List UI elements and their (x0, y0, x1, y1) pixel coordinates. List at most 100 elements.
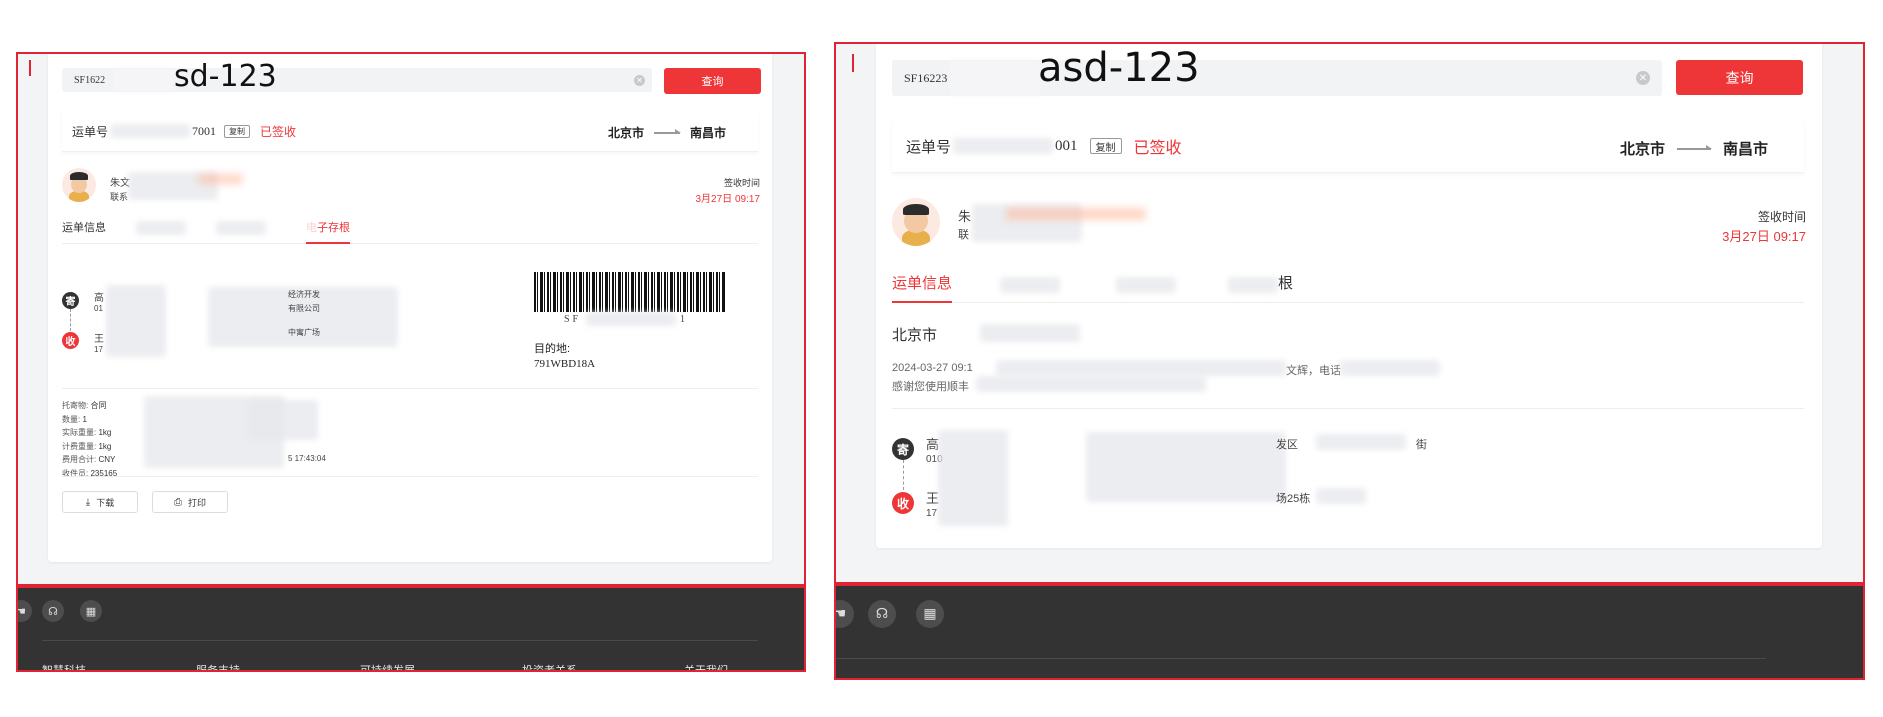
footer-link-support[interactable]: 服务支持 (196, 662, 240, 670)
detail-tabs: 运单信息 根 (892, 266, 1804, 303)
waybill-number-tail: 001 (1055, 137, 1078, 154)
sign-time-value: 3月27日 09:17 (1722, 229, 1806, 244)
detail-tabs: 运单信息 电子存根 (62, 213, 758, 244)
redacted-details-2 (248, 400, 318, 440)
sender-address-tail: 发区 (1276, 439, 1298, 451)
redacted-addresses (1086, 432, 1286, 502)
courier-avatar (892, 198, 940, 246)
query-button[interactable]: 查询 (1676, 60, 1803, 95)
copy-button[interactable]: 复制 (1089, 138, 1122, 154)
trace-city: 北京市 (892, 327, 938, 344)
right-main-card: SF16223 asd-123 ✕ 查询 运单号 001 复制 已签收 北京市 … (876, 44, 1822, 548)
receiver-badge: 收 (892, 492, 914, 514)
status-badge: 已签收 (1133, 140, 1182, 157)
download-button[interactable]: ⤓ 下载 (62, 491, 138, 513)
redacted-tab (136, 221, 186, 235)
route-origin: 北京市 (608, 126, 645, 140)
left-corner-marker (29, 60, 31, 76)
redacted-barcode-number (586, 312, 676, 326)
sender-phone: 01 (94, 304, 103, 313)
sign-time-label: 签收时间 (723, 178, 760, 188)
waybill-barcode (534, 272, 726, 312)
redacted-trace-line-1 (996, 360, 1286, 376)
close-icon[interactable]: ✕ (634, 75, 645, 86)
waybill-number-tail: 7001 (192, 123, 217, 138)
route-connector (70, 309, 71, 331)
redacted-tab (1116, 277, 1177, 293)
route-connector (903, 460, 904, 490)
headset-icon[interactable]: ☊ (42, 600, 64, 622)
print-button[interactable]: ⎙ 打印 (152, 491, 228, 513)
redacted-tracking-number (950, 60, 1040, 96)
sign-time-label: 签收时间 (1757, 210, 1806, 224)
receiver-phone: 17 (926, 508, 938, 519)
receiver-name: 王 (94, 334, 104, 345)
route-origin: 北京市 (1620, 141, 1666, 158)
destination-label: 目的地: (534, 343, 571, 355)
shipment-details: 托寄物: 合同 数量: 1 实际重量: 1kg 计费重量: 1kg 费用合计: … (62, 401, 118, 478)
qrcode-icon[interactable]: ▦ (916, 600, 944, 628)
trace-line-1-tail: 文辉，电话 (1286, 365, 1341, 377)
redacted-tab (216, 221, 266, 235)
receiver-address-tail: 场25栋 (1276, 493, 1311, 505)
left-main-card: SF1622 sd-123 ✕ 查询 运单号 7001 复制 已签收 北京市 南… (48, 54, 772, 562)
sender-badge: 寄 (62, 292, 79, 309)
footer-link-about[interactable]: 关于我们 (684, 662, 728, 670)
barcode-code-suffix: 1 (680, 314, 685, 325)
search-overlay-label: sd-123 (174, 59, 277, 94)
tab-sub-stub[interactable]: 根 (1278, 272, 1293, 302)
pickup-time-tail: 5 17:43:04 (288, 454, 326, 463)
courier-contact: 联 (958, 229, 969, 241)
route-indicator: 北京市 南昌市 (608, 124, 726, 141)
tab-sub-stub[interactable]: 电子存根 (306, 219, 350, 244)
sign-time-value: 3月27日 09:17 (695, 194, 761, 205)
tab-waybill-info[interactable]: 运单信息 (62, 219, 106, 243)
search-overlay-label: asd-123 (1038, 45, 1200, 91)
redacted-trace-status (980, 324, 1080, 342)
left-site-footer: ☚ ☊ ▦ 智慧科技 服务支持 可持续发展 投资者关系 关于我们 (18, 584, 804, 670)
redacted-trace-phone (1340, 360, 1440, 376)
section-divider (62, 388, 758, 389)
route-destination: 南昌市 (690, 126, 727, 140)
waybill-label: 运单号 (72, 124, 109, 139)
route-arrow-icon (654, 128, 682, 134)
hand-icon[interactable]: ☚ (836, 600, 854, 628)
sender-name: 高 (94, 293, 104, 304)
download-icon: ⤓ (85, 496, 91, 508)
footer-link-tech[interactable]: 智慧科技 (42, 662, 86, 670)
redacted-trace-line-2 (976, 376, 1206, 392)
trace-line-1-head: 2024-03-27 09:1 (892, 362, 973, 374)
courier-name: 朱文 (110, 178, 130, 189)
right-site-footer: ☚ ☊ ▦ (836, 582, 1863, 678)
section-divider-2 (62, 476, 758, 477)
redacted-address-end (1316, 434, 1406, 450)
query-button[interactable]: 查询 (664, 68, 761, 94)
route-arrow-icon (1677, 144, 1713, 150)
headset-icon[interactable]: ☊ (868, 600, 896, 628)
route-indicator: 北京市 南昌市 (1620, 138, 1768, 159)
footer-link-investors[interactable]: 投资者关系 (522, 662, 577, 670)
close-icon[interactable]: ✕ (1636, 71, 1650, 85)
barcode-code-prefix: SF (564, 314, 582, 325)
courier-name: 朱 (958, 209, 972, 224)
receiver-phone: 17 (94, 345, 103, 354)
redacted-waybill-number (953, 138, 1054, 154)
sender-address-tail-2: 街 (1416, 439, 1427, 451)
route-destination: 南昌市 (1723, 141, 1769, 158)
printer-icon: ⎙ (173, 496, 182, 508)
status-badge: 已签收 (260, 124, 297, 139)
footer-link-sustainability[interactable]: 可持续发展 (360, 662, 415, 670)
hand-icon[interactable]: ☚ (18, 600, 32, 622)
redacted-waybill-number (110, 124, 191, 138)
tab-waybill-info[interactable]: 运单信息 (892, 272, 953, 303)
redacted-sender-receiver (106, 285, 166, 357)
search-input-value: SF1622 (74, 74, 106, 86)
destination-code: 791WBD18A (534, 358, 596, 370)
courier-contact: 联系 (110, 192, 129, 202)
redacted-sender-receiver (938, 430, 1008, 526)
copy-button[interactable]: 复制 (224, 124, 251, 138)
redacted-tracking-number (114, 68, 174, 92)
receiver-address-tail: 中寓广场 (288, 328, 320, 337)
redacted-courier-highlight (198, 174, 243, 184)
qrcode-icon[interactable]: ▦ (80, 600, 102, 622)
